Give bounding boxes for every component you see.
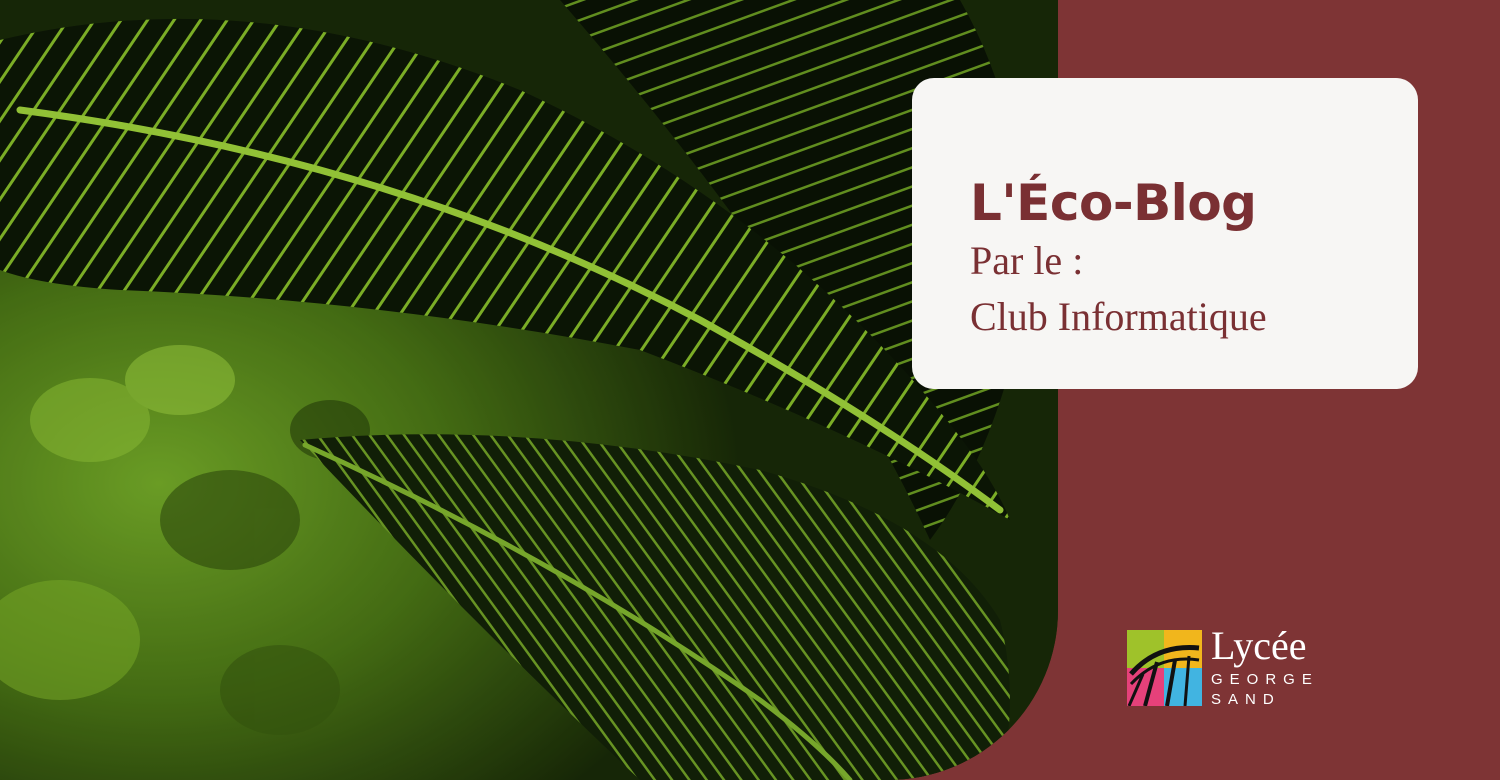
- logo-word: Lycée: [1211, 623, 1307, 668]
- subtitle-line-1: Par le :: [970, 238, 1084, 283]
- logo-line-george: GEORGE: [1211, 671, 1319, 688]
- title-card: L'Éco-Blog Par le : Club Informatique: [912, 78, 1418, 389]
- school-logo: Lycée GEORGE SAND: [1127, 624, 1347, 710]
- logo-line-sand: SAND: [1211, 691, 1281, 708]
- subtitle-line-2: Club Informatique: [970, 294, 1267, 339]
- blog-banner: L'Éco-Blog Par le : Club Informatique Ly…: [0, 0, 1500, 780]
- leaf-photo: [0, 0, 1058, 780]
- blog-title: L'Éco-Blog: [970, 174, 1257, 232]
- school-logo-mark: [1127, 630, 1202, 707]
